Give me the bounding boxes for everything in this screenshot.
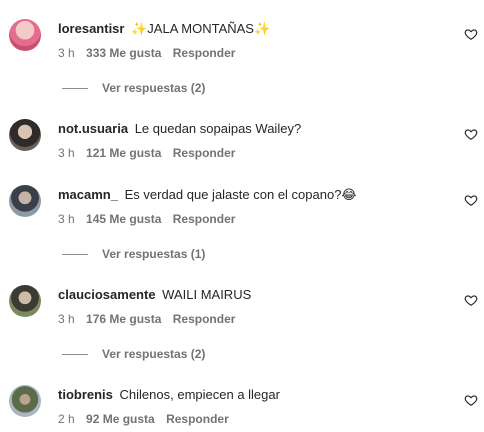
divider [62, 254, 88, 256]
divider [62, 354, 88, 356]
comment-text: ✨JALA MONTAÑAS✨ [131, 21, 271, 36]
likes-count[interactable]: 121 Me gusta [86, 146, 161, 160]
comment-username[interactable]: not.usuaria [58, 121, 128, 136]
comment-time: 3 h [58, 312, 75, 326]
view-replies-button[interactable]: Ver respuestas (2) [62, 347, 205, 361]
comment-time: 2 h [58, 412, 75, 426]
avatar[interactable] [9, 19, 41, 51]
avatar[interactable] [9, 119, 41, 151]
view-replies-button[interactable]: Ver respuestas (2) [62, 81, 205, 95]
comment-time: 3 h [58, 146, 75, 160]
reply-button[interactable]: Responder [166, 412, 229, 426]
reply-button[interactable]: Responder [173, 46, 236, 60]
heart-outline-icon[interactable] [464, 393, 478, 407]
likes-count[interactable]: 333 Me gusta [86, 46, 161, 60]
reply-button[interactable]: Responder [173, 146, 236, 160]
comment-text: Le quedan sopaipas Wailey? [134, 121, 302, 136]
comment-text: Es verdad que jalaste con el copano?😂 [124, 187, 357, 202]
likes-count[interactable]: 92 Me gusta [86, 412, 155, 426]
reply-button[interactable]: Responder [173, 312, 236, 326]
heart-outline-icon[interactable] [464, 193, 478, 207]
reply-button[interactable]: Responder [173, 212, 236, 226]
view-replies-button[interactable]: Ver respuestas (1) [62, 247, 205, 261]
avatar[interactable] [9, 385, 41, 417]
comment-username[interactable]: clauciosamente [58, 287, 156, 302]
comment-time: 3 h [58, 46, 75, 60]
comment-text: Chilenos, empiecen a llegar [119, 387, 280, 402]
comment-username[interactable]: loresantisr [58, 21, 124, 36]
heart-outline-icon[interactable] [464, 293, 478, 307]
avatar[interactable] [9, 285, 41, 317]
avatar[interactable] [9, 185, 41, 217]
heart-outline-icon[interactable] [464, 27, 478, 41]
comment-username[interactable]: tiobrenis [58, 387, 113, 402]
divider [62, 88, 88, 90]
comment-time: 3 h [58, 212, 75, 226]
comment-text: WAILI MAIRUS [162, 287, 252, 302]
heart-outline-icon[interactable] [464, 127, 478, 141]
likes-count[interactable]: 176 Me gusta [86, 312, 161, 326]
likes-count[interactable]: 145 Me gusta [86, 212, 161, 226]
comment-username[interactable]: macamn_ [58, 187, 118, 202]
